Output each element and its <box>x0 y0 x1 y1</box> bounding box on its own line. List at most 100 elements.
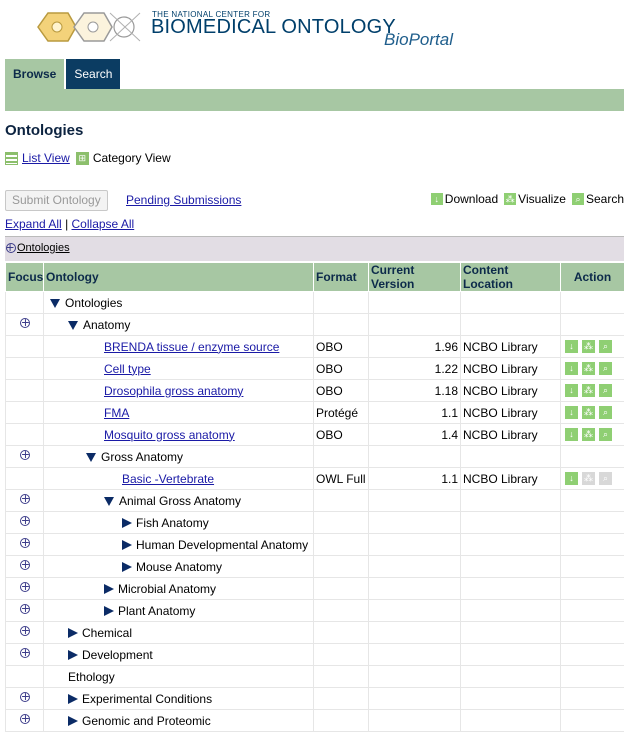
table-row: Basic -VertebrateOWL Full1.1NCBO Library… <box>6 468 624 490</box>
breadcrumb-ontologies[interactable]: Ontologies <box>17 242 70 254</box>
focus-cell <box>6 578 44 600</box>
expand-triangle-icon[interactable] <box>122 540 132 550</box>
ontology-cell: Animal Gross Anatomy <box>44 490 314 512</box>
ontology-link[interactable]: FMA <box>104 406 129 420</box>
visualize-icon[interactable]: ⁂ <box>582 384 595 397</box>
focus-crosshair-icon[interactable] <box>19 625 31 637</box>
focus-crosshair-icon[interactable] <box>19 581 31 593</box>
table-row: Experimental Conditions <box>6 688 624 710</box>
action-cell <box>561 512 624 534</box>
ontology-cell: Genomic and Proteomic <box>44 710 314 732</box>
download-icon[interactable]: ↓ <box>565 406 578 419</box>
table-row: Cell typeOBO1.22NCBO Library↓⁂⌕ <box>6 358 624 380</box>
version-cell <box>369 600 461 622</box>
ontology-cell: Ontologies <box>44 292 314 314</box>
focus-cell <box>6 358 44 380</box>
expand-all-link[interactable]: Expand All <box>5 217 62 231</box>
focus-cell <box>6 666 44 688</box>
visualize-icon[interactable]: ⁂ <box>582 362 595 375</box>
focus-crosshair-icon[interactable] <box>19 537 31 549</box>
format-cell <box>314 622 369 644</box>
collapse-all-link[interactable]: Collapse All <box>72 217 135 231</box>
action-cell: ↓ ⁂ ⌕ <box>561 402 624 424</box>
visualize-icon[interactable]: ⁂ <box>582 340 595 353</box>
action-cell: ↓ ⁂ ⌕ <box>561 358 624 380</box>
expand-triangle-icon[interactable] <box>68 694 78 704</box>
version-cell <box>369 710 461 732</box>
download-icon[interactable]: ↓ <box>565 362 578 375</box>
version-cell <box>369 666 461 688</box>
version-cell <box>369 446 461 468</box>
download-icon[interactable]: ↓ <box>565 340 578 353</box>
collapse-triangle-icon[interactable] <box>104 497 114 506</box>
focus-cell <box>6 402 44 424</box>
breadcrumb: Ontologies <box>5 236 624 261</box>
visualize-icon[interactable]: ⁂ <box>582 428 595 441</box>
search-icon[interactable]: ⌕ <box>599 362 612 375</box>
format-cell <box>314 688 369 710</box>
focus-cell <box>6 710 44 732</box>
collapse-triangle-icon[interactable] <box>50 299 60 308</box>
collapse-triangle-icon[interactable] <box>68 321 78 330</box>
pending-submissions-link[interactable]: Pending Submissions <box>126 193 241 207</box>
focus-crosshair-icon[interactable] <box>19 691 31 703</box>
action-cell: ↓ ⁂ ⌕ <box>561 336 624 358</box>
ontology-link[interactable]: Mosquito gross anatomy <box>104 428 235 442</box>
expand-triangle-icon[interactable] <box>122 562 132 572</box>
format-cell <box>314 446 369 468</box>
action-cell <box>561 710 624 732</box>
focus-crosshair-icon[interactable] <box>19 317 31 329</box>
download-icon[interactable]: ↓ <box>565 428 578 441</box>
ontology-link[interactable]: BRENDA tissue / enzyme source <box>104 340 279 354</box>
action-cell <box>561 446 624 468</box>
expand-triangle-icon[interactable] <box>104 584 114 594</box>
location-cell: NCBO Library <box>461 402 561 424</box>
submit-ontology-button[interactable]: Submit Ontology <box>5 190 108 211</box>
search-icon[interactable]: ⌕ <box>599 406 612 419</box>
category-label: Chemical <box>82 626 132 640</box>
ontology-cell: Drosophila gross anatomy <box>44 380 314 402</box>
table-row: Ethology <box>6 666 624 688</box>
focus-crosshair-icon[interactable] <box>19 515 31 527</box>
focus-crosshair-icon[interactable] <box>19 449 31 461</box>
focus-cell <box>6 446 44 468</box>
focus-crosshair-icon[interactable] <box>19 713 31 725</box>
focus-crosshair-icon[interactable] <box>19 493 31 505</box>
search-icon[interactable]: ⌕ <box>599 428 612 441</box>
location-cell <box>461 644 561 666</box>
ontology-cell: Experimental Conditions <box>44 688 314 710</box>
ontology-link[interactable]: Basic -Vertebrate <box>122 472 214 486</box>
visualize-icon[interactable]: ⁂ <box>582 406 595 419</box>
focus-crosshair-icon[interactable] <box>19 559 31 571</box>
action-cell <box>561 292 624 314</box>
focus-crosshair-icon[interactable] <box>19 603 31 615</box>
expand-triangle-icon[interactable] <box>122 518 132 528</box>
table-row: Chemical <box>6 622 624 644</box>
ontology-link[interactable]: Drosophila gross anatomy <box>104 384 243 398</box>
format-cell <box>314 600 369 622</box>
expand-triangle-icon[interactable] <box>104 606 114 616</box>
version-cell <box>369 644 461 666</box>
expand-triangle-icon[interactable] <box>68 716 78 726</box>
format-cell <box>314 490 369 512</box>
format-cell <box>314 644 369 666</box>
list-view-link[interactable]: List View <box>22 151 70 165</box>
main-tabs: Browse Search <box>5 59 120 89</box>
table-row: Genomic and Proteomic <box>6 710 624 732</box>
download-icon[interactable]: ↓ <box>565 472 578 485</box>
focus-cell <box>6 688 44 710</box>
collapse-triangle-icon[interactable] <box>86 453 96 462</box>
focus-crosshair-icon[interactable] <box>19 647 31 659</box>
tab-browse[interactable]: Browse <box>5 59 64 89</box>
category-label: Gross Anatomy <box>101 450 183 464</box>
expand-triangle-icon[interactable] <box>68 628 78 638</box>
tab-search[interactable]: Search <box>66 59 120 89</box>
download-icon: ↓ <box>431 193 443 205</box>
download-icon[interactable]: ↓ <box>565 384 578 397</box>
category-label: Microbial Anatomy <box>118 582 216 596</box>
ontology-link[interactable]: Cell type <box>104 362 151 376</box>
expand-triangle-icon[interactable] <box>68 650 78 660</box>
search-icon[interactable]: ⌕ <box>599 340 612 353</box>
table-row: Plant Anatomy <box>6 600 624 622</box>
search-icon[interactable]: ⌕ <box>599 384 612 397</box>
